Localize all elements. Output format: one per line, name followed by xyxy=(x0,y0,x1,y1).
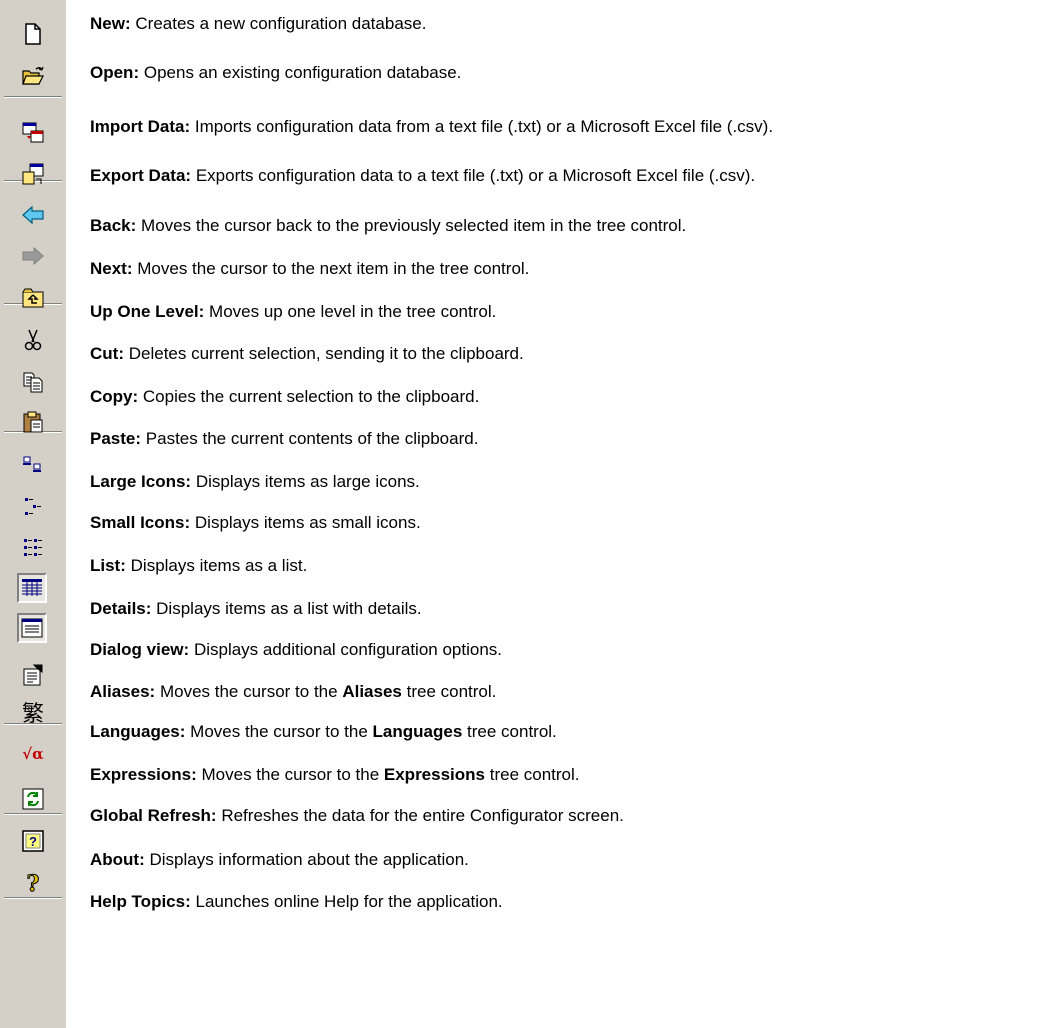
item-name: Open xyxy=(90,63,134,82)
list-view-icon[interactable] xyxy=(21,536,45,560)
list-item: Expressions: Moves the cursor to the Exp… xyxy=(90,765,580,784)
list-item: Cut: Deletes current selection, sending … xyxy=(90,344,524,363)
item-name: Aliases xyxy=(90,682,150,701)
item-desc: Pastes the current contents of the clipb… xyxy=(145,429,479,448)
item-desc: Creates a new configuration database. xyxy=(135,14,427,33)
item-desc: Displays items as small icons. xyxy=(194,513,421,532)
copy-icon[interactable] xyxy=(21,370,45,394)
item-name: Global Refresh xyxy=(90,806,211,825)
languages-icon[interactable]: 繁 xyxy=(21,703,45,727)
expressions-icon[interactable]: √α xyxy=(21,742,45,766)
list-item: Small Icons: Displays items as small ico… xyxy=(90,513,421,532)
list-item: Copy: Copies the current selection to th… xyxy=(90,387,480,406)
list-item: Paste: Pastes the current contents of th… xyxy=(90,429,479,448)
export-data-icon[interactable] xyxy=(21,162,45,186)
about-icon[interactable]: ? xyxy=(21,829,45,853)
open-folder-icon[interactable] xyxy=(21,64,45,88)
item-name: List xyxy=(90,556,121,575)
item-tail: tree control. xyxy=(406,682,497,701)
toolbar-separator xyxy=(4,96,62,98)
item-desc: Exports configuration data to a text fil… xyxy=(195,166,756,185)
up-one-level-icon[interactable] xyxy=(21,286,45,310)
list-item: Aliases: Moves the cursor to the Aliases… xyxy=(90,682,497,701)
item-name: New xyxy=(90,14,125,33)
item-desc: Moves the cursor to the xyxy=(159,682,338,701)
item-name: Cut xyxy=(90,344,119,363)
item-name: Expressions xyxy=(90,765,192,784)
scissors-icon[interactable] xyxy=(21,328,45,352)
item-name: Small Icons xyxy=(90,513,185,532)
item-desc: Displays additional configuration option… xyxy=(193,640,503,659)
list-item: Open: Opens an existing configuration da… xyxy=(90,63,462,82)
list-item: Back: Moves the cursor back to the previ… xyxy=(90,216,687,235)
item-desc: Moves the cursor to the next item in the… xyxy=(137,259,530,278)
list-item: About: Displays information about the ap… xyxy=(90,850,469,869)
list-item: Next: Moves the cursor to the next item … xyxy=(90,259,530,278)
item-target: Expressions xyxy=(383,765,485,784)
list-item: Import Data: Imports configuration data … xyxy=(90,117,774,136)
paste-icon[interactable] xyxy=(21,410,45,434)
list-item: Export Data: Exports configuration data … xyxy=(90,166,756,185)
list-item: Languages: Moves the cursor to the Langu… xyxy=(90,722,557,741)
item-desc: Imports configuration data from a text f… xyxy=(194,117,774,136)
list-item: Help Topics: Launches online Help for th… xyxy=(90,892,503,911)
item-desc: Displays items as a list with details. xyxy=(156,599,422,618)
global-refresh-icon[interactable] xyxy=(21,787,45,811)
item-name: Copy xyxy=(90,387,133,406)
item-target: Languages xyxy=(372,722,463,741)
new-document-icon[interactable] xyxy=(21,22,45,46)
item-name: Large Icons xyxy=(90,472,186,491)
next-arrow-icon[interactable] xyxy=(21,244,45,268)
item-desc: Copies the current selection to the clip… xyxy=(142,387,480,406)
item-desc: Moves the cursor to the xyxy=(190,722,368,741)
item-name: Help Topics xyxy=(90,892,186,911)
list-item: List: Displays items as a list. xyxy=(90,556,308,575)
list-item: Up One Level: Moves up one level in the … xyxy=(90,302,497,321)
details-view-icon[interactable] xyxy=(17,573,47,603)
item-desc: Moves the cursor back to the previously … xyxy=(141,216,687,235)
item-desc: Moves the cursor to the xyxy=(201,765,380,784)
item-name: About xyxy=(90,850,140,869)
list-item: Large Icons: Displays items as large ico… xyxy=(90,472,420,491)
list-item: New: Creates a new configuration databas… xyxy=(90,14,427,33)
item-target: Aliases xyxy=(342,682,402,701)
item-name: Export Data xyxy=(90,166,186,185)
item-desc: Opens an existing configuration database… xyxy=(143,63,462,82)
item-name: Paste xyxy=(90,429,136,448)
small-icons-view-icon[interactable] xyxy=(21,495,45,519)
list-item: Details: Displays items as a list with d… xyxy=(90,599,422,618)
back-arrow-icon[interactable] xyxy=(21,203,45,227)
toolbar-separator xyxy=(4,813,62,815)
help-topics-icon[interactable]: ? xyxy=(21,870,45,895)
item-desc: Refreshes the data for the entire Config… xyxy=(221,806,624,825)
item-desc: Displays items as a list. xyxy=(130,556,308,575)
import-data-icon[interactable] xyxy=(21,120,45,144)
help-glyph: ? xyxy=(27,871,40,894)
list-item: Global Refresh: Refreshes the data for t… xyxy=(90,806,624,825)
item-desc: Displays information about the applicati… xyxy=(149,850,469,869)
item-name: Up One Level xyxy=(90,302,199,321)
list-item: Dialog view: Displays additional configu… xyxy=(90,640,503,659)
item-tail: tree control. xyxy=(467,722,557,741)
item-desc: Displays items as large icons. xyxy=(195,472,420,491)
item-desc: Moves up one level in the tree control. xyxy=(209,302,497,321)
toolbar-separator xyxy=(4,897,62,899)
item-tail: tree control. xyxy=(489,765,580,784)
item-name: Next xyxy=(90,259,127,278)
large-icons-view-icon[interactable] xyxy=(21,453,45,477)
dialog-view-icon[interactable] xyxy=(17,613,47,643)
item-desc: Deletes current selection, sending it to… xyxy=(128,344,524,363)
aliases-icon[interactable] xyxy=(21,663,45,687)
item-name: Import Data xyxy=(90,117,185,136)
about-glyph: ? xyxy=(29,834,37,849)
item-desc: Launches online Help for the application… xyxy=(195,892,503,911)
item-name: Dialog view xyxy=(90,640,184,659)
item-name: Details xyxy=(90,599,146,618)
item-name: Languages xyxy=(90,722,180,741)
item-name: Back xyxy=(90,216,131,235)
